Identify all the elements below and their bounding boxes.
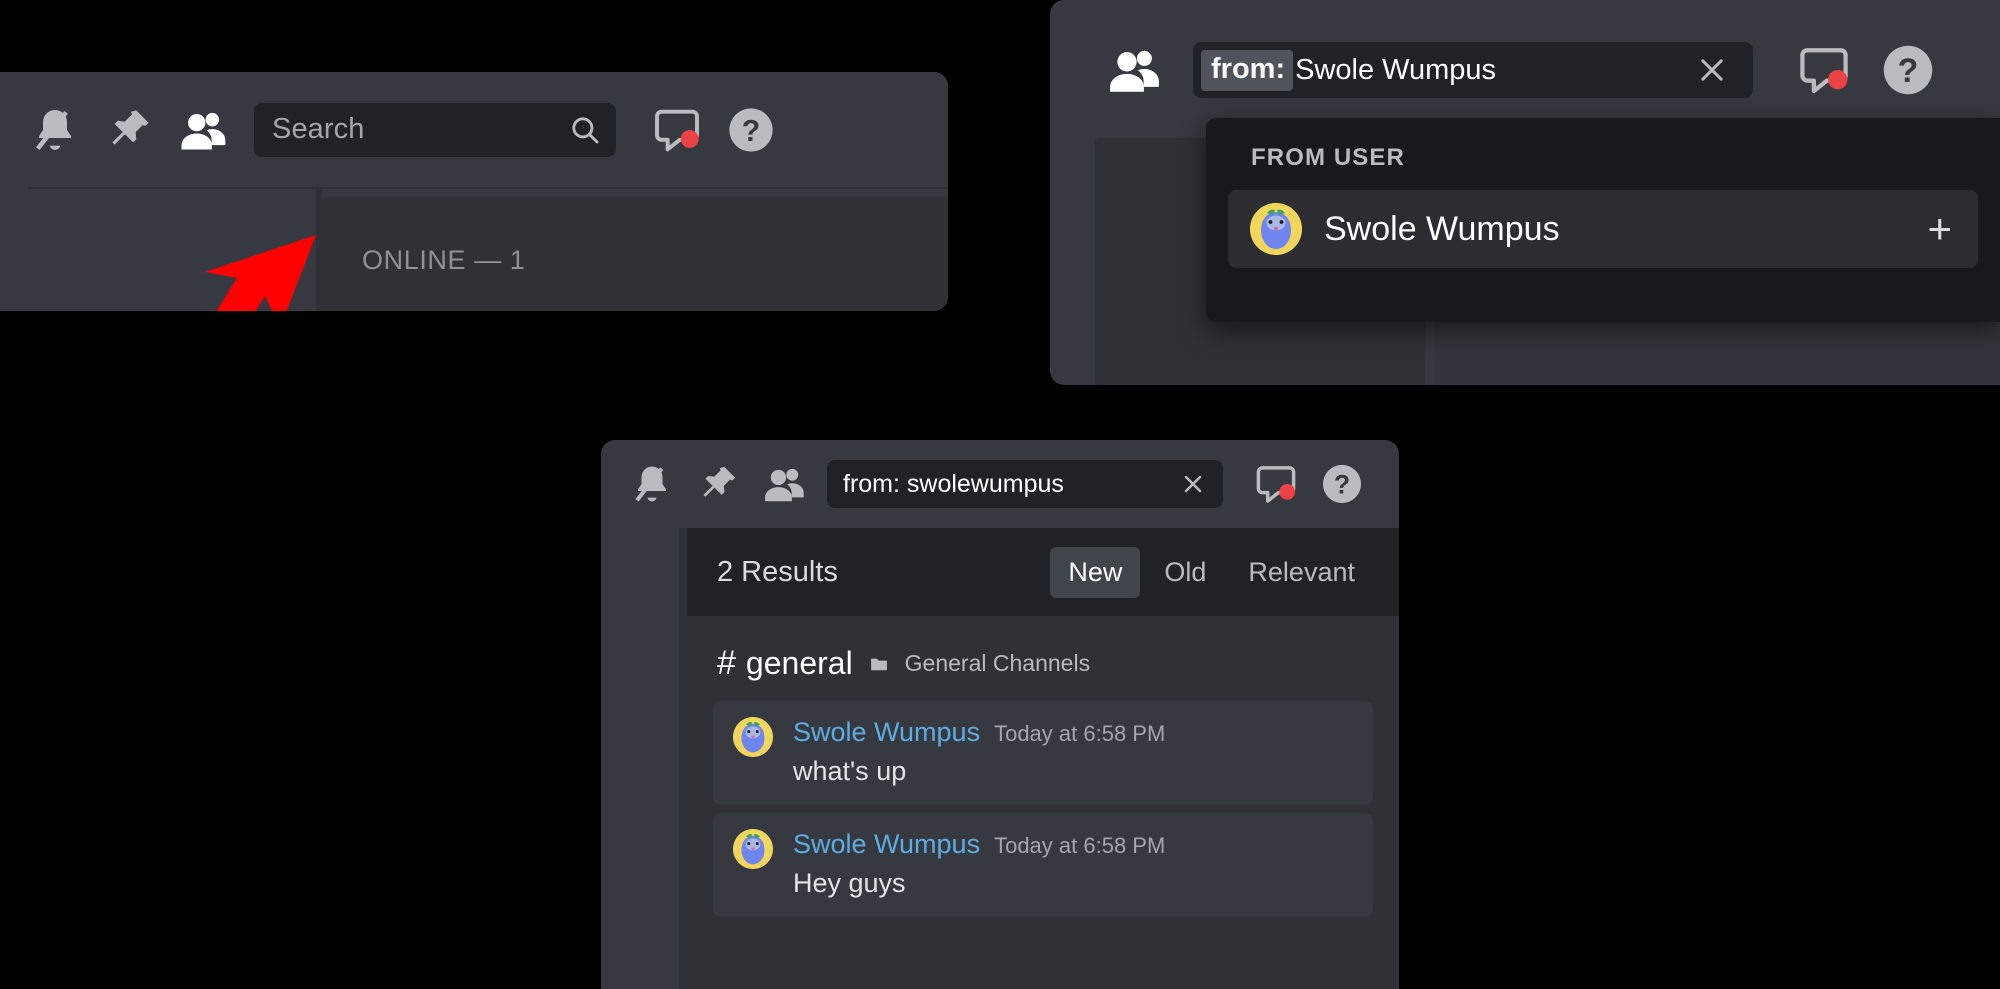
- search-placeholder-text: Search: [272, 113, 365, 145]
- inbox-icon[interactable]: [1787, 33, 1861, 107]
- panel-search-results: from: swolewumpus ? 2 Results New Old Re…: [601, 440, 1399, 989]
- rail-separator: [679, 528, 687, 989]
- message-timestamp: Today at 6:58 PM: [994, 833, 1166, 858]
- message-timestamp: Today at 6:58 PM: [994, 721, 1166, 746]
- sort-tab-relevant[interactable]: Relevant: [1230, 547, 1373, 598]
- message-text: what's up: [793, 756, 907, 786]
- from-user-dropdown: FROM USER Swole Wumpus +: [1206, 118, 2000, 322]
- help-icon[interactable]: ?: [1871, 33, 1945, 107]
- message-text: Hey guys: [793, 868, 906, 898]
- search-input-results[interactable]: from: swolewumpus: [827, 460, 1223, 508]
- message-author[interactable]: Swole Wumpus: [793, 717, 980, 748]
- search-input-with-token[interactable]: from: Swole Wumpus: [1193, 42, 1753, 98]
- inbox-icon[interactable]: [640, 93, 714, 167]
- hash-icon: #: [717, 644, 736, 682]
- help-icon[interactable]: ?: [714, 93, 788, 167]
- notification-muted-icon[interactable]: [619, 451, 685, 517]
- clear-search-icon[interactable]: [1695, 53, 1741, 87]
- clear-search-icon[interactable]: [1179, 470, 1213, 498]
- members-icon[interactable]: [1097, 33, 1171, 107]
- members-icon[interactable]: [751, 451, 817, 517]
- sort-tab-group: New Old Relevant: [1050, 546, 1373, 598]
- sort-tab-new[interactable]: New: [1050, 546, 1141, 598]
- dropdown-section-header: FROM USER: [1251, 144, 1405, 171]
- search-query-value: Swole Wumpus: [1295, 53, 1497, 86]
- pin-icon[interactable]: [92, 93, 166, 167]
- channel-toolbar-two: from: Swole Wumpus ?: [1073, 14, 2000, 126]
- svg-text:?: ?: [1334, 470, 1350, 500]
- search-results-header: 2 Results New Old Relevant: [687, 528, 1399, 616]
- dropdown-user-row[interactable]: Swole Wumpus +: [1228, 190, 1978, 268]
- wumpus-avatar: [733, 829, 773, 869]
- results-count-label: 2 Results: [717, 555, 838, 588]
- pin-icon[interactable]: [685, 451, 751, 517]
- search-query-text: from: swolewumpus: [843, 469, 1064, 498]
- help-icon[interactable]: ?: [1309, 451, 1375, 517]
- panel-search-from-user: from: Swole Wumpus ? FROM USER Swole Wum…: [1050, 0, 2000, 385]
- add-filter-icon[interactable]: +: [1927, 208, 1952, 250]
- message-area-rail: [601, 528, 679, 989]
- sort-tab-old[interactable]: Old: [1146, 547, 1224, 598]
- folder-icon: [869, 654, 889, 674]
- svg-text:?: ?: [1898, 52, 1919, 90]
- channel-category: General Channels: [904, 650, 1091, 676]
- search-result-message[interactable]: Swole Wumpus Today at 6:58 PM what's up: [713, 701, 1373, 805]
- panel-two-inner: from: Swole Wumpus ? FROM USER Swole Wum…: [1073, 14, 2000, 385]
- wumpus-avatar: [733, 717, 773, 757]
- search-filter-token[interactable]: from:: [1201, 49, 1294, 91]
- svg-text:?: ?: [742, 114, 760, 147]
- message-author[interactable]: Swole Wumpus: [793, 829, 980, 860]
- message-area-stub: [0, 189, 316, 311]
- member-list-online-header: ONLINE — 1: [362, 245, 526, 275]
- channel-toolbar-three: from: swolewumpus ?: [601, 440, 1399, 528]
- members-icon[interactable]: [166, 93, 240, 167]
- channel-name: general: [745, 645, 853, 681]
- search-icon: [568, 113, 602, 147]
- wumpus-avatar: [1250, 203, 1302, 255]
- screenshot-stage: Search ? ONLINE — 1 from: Swole Wumpus ?…: [0, 0, 2000, 989]
- search-input[interactable]: Search: [254, 102, 616, 157]
- dropdown-user-name: Swole Wumpus: [1324, 209, 1560, 248]
- inbox-icon[interactable]: [1243, 451, 1309, 517]
- result-channel-header[interactable]: # general General Channels: [687, 616, 1399, 693]
- notification-muted-icon[interactable]: [18, 93, 92, 167]
- panel-channel-toolbar: Search ? ONLINE — 1: [0, 72, 948, 311]
- member-list-panel: ONLINE — 1: [322, 197, 948, 311]
- search-results-list: 2 Results New Old Relevant # general Gen…: [687, 528, 1399, 989]
- search-result-message[interactable]: Swole Wumpus Today at 6:58 PM Hey guys: [713, 813, 1373, 917]
- channel-toolbar: Search ?: [0, 72, 948, 187]
